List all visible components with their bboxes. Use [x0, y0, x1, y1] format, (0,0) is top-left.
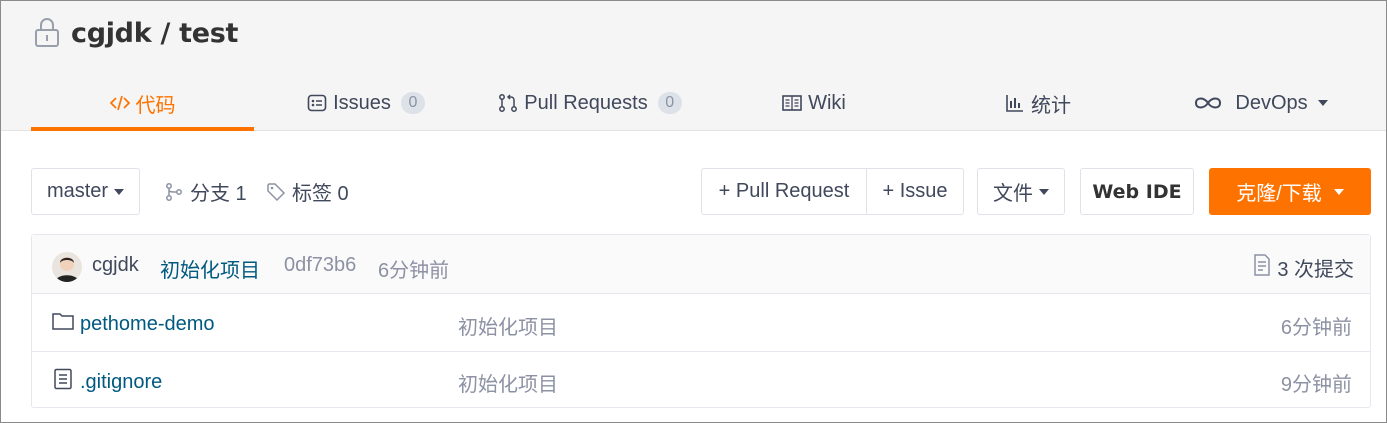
tab-pull-requests[interactable]: Pull Requests 0 — [478, 75, 702, 131]
folder-icon — [52, 311, 74, 337]
file-name-cell[interactable]: pethome-demo — [52, 311, 215, 337]
create-button-group: + Pull Request + Issue — [701, 168, 964, 215]
file-name-cell[interactable]: .gitignore — [52, 368, 162, 396]
infinity-icon — [1193, 93, 1223, 113]
avatar[interactable] — [52, 252, 82, 282]
branch-select[interactable]: master — [31, 168, 140, 215]
branch-icon — [164, 182, 184, 202]
new-issue-button[interactable]: + Issue — [867, 169, 963, 214]
chevron-down-icon — [1333, 188, 1344, 195]
branch-select-label: master — [46, 180, 109, 202]
table-row[interactable]: .gitignore 初始化项目 9分钟前 — [32, 351, 1370, 408]
tags-link[interactable]: 标签 0 — [266, 168, 349, 215]
file-commit-time: 9分钟前 — [1280, 374, 1352, 396]
file-list: cgjdk 初始化项目 0df73b6 6分钟前 3 次提交 pethome-d… — [31, 234, 1371, 408]
commit-count-label: 3 次提交 — [1277, 259, 1354, 281]
tag-icon — [266, 182, 286, 202]
repo-title: cgjdk / test — [33, 15, 238, 51]
tab-devops-label: DevOps — [1235, 91, 1308, 114]
tab-code[interactable]: 代码 — [31, 75, 254, 131]
web-ide-button[interactable]: Web IDE — [1080, 168, 1194, 215]
file-icon — [52, 368, 74, 396]
commit-history-link[interactable]: 3 次提交 — [1253, 253, 1354, 282]
tab-issues[interactable]: Issues 0 — [254, 75, 478, 131]
repo-name[interactable]: cgjdk / test — [71, 18, 238, 49]
clone-download-label: 克隆/下载 — [1236, 183, 1322, 205]
new-pull-request-button[interactable]: + Pull Request — [702, 169, 866, 214]
file-commit-message[interactable]: 初始化项目 — [458, 368, 558, 397]
chevron-down-icon — [1039, 188, 1049, 195]
clone-download-button[interactable]: 克隆/下载 — [1209, 168, 1371, 215]
commit-time: 6分钟前 — [378, 260, 450, 282]
tab-pull-requests-label: Pull Requests — [524, 91, 648, 114]
file-menu-button[interactable]: 文件 — [977, 168, 1065, 215]
file-commit-message[interactable]: 初始化项目 — [458, 311, 558, 340]
tab-statistics[interactable]: 统计 — [926, 75, 1150, 131]
tab-code-label: 代码 — [135, 94, 176, 117]
pull-requests-count-badge: 0 — [657, 92, 682, 114]
tags-label: 标签 0 — [292, 183, 349, 205]
history-icon — [1253, 253, 1271, 282]
pull-request-icon — [498, 93, 518, 113]
commit-message-link[interactable]: 初始化项目 — [160, 254, 260, 283]
repo-tabs: 代码 Issues 0 Pull Requests 0 Wiki 统计 DevO… — [31, 75, 1371, 131]
tab-devops[interactable]: DevOps — [1150, 75, 1371, 131]
repo-header: cgjdk / test 代码 Issues 0 Pull Requests 0 — [1, 1, 1386, 131]
branches-link[interactable]: 分支 1 — [164, 168, 247, 215]
latest-commit-bar: cgjdk 初始化项目 0df73b6 6分钟前 3 次提交 — [32, 235, 1370, 294]
file-menu-label: 文件 — [993, 183, 1033, 205]
chevron-down-icon — [114, 188, 125, 195]
issues-count-badge: 0 — [400, 92, 425, 114]
tab-statistics-label: 统计 — [1031, 94, 1071, 117]
commit-author-link[interactable]: cgjdk — [92, 254, 139, 277]
branches-label: 分支 1 — [190, 183, 247, 205]
chevron-down-icon — [1317, 100, 1328, 106]
file-name-link[interactable]: .gitignore — [80, 371, 162, 394]
tab-issues-label: Issues — [333, 91, 391, 114]
issues-icon — [307, 93, 327, 113]
code-icon — [109, 93, 130, 113]
table-row[interactable]: pethome-demo 初始化项目 6分钟前 — [32, 294, 1370, 351]
file-name-link[interactable]: pethome-demo — [80, 313, 215, 336]
book-icon — [782, 93, 802, 113]
file-commit-time: 6分钟前 — [1280, 317, 1352, 339]
tab-wiki-label: Wiki — [808, 91, 846, 114]
tab-wiki[interactable]: Wiki — [702, 75, 926, 131]
commit-hash-link[interactable]: 0df73b6 — [284, 254, 356, 277]
lock-icon — [33, 17, 61, 49]
bar-chart-icon — [1005, 93, 1025, 113]
